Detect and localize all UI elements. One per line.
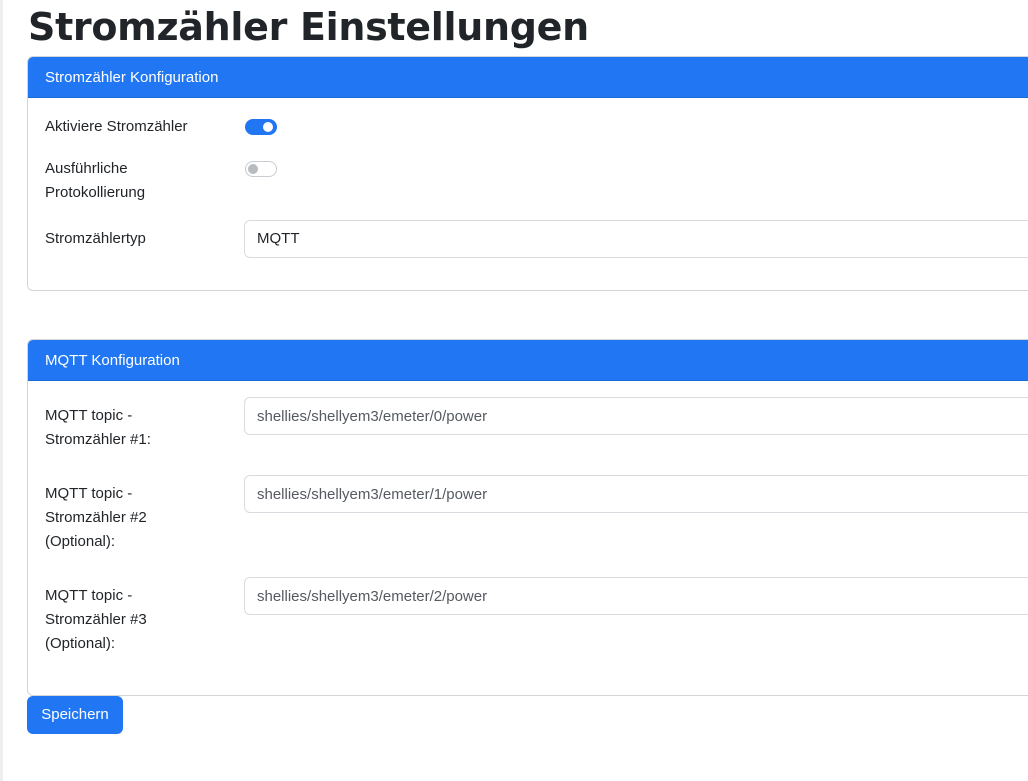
mqtt-topic-1-label-line1: MQTT topic - — [45, 407, 133, 424]
meter-type-label: Stromzählertyp — [45, 230, 146, 247]
mqtt-config-card: MQTT Konfiguration MQTT topic - Stromzäh… — [27, 339, 1028, 696]
toggle-knob — [248, 164, 258, 174]
meter-type-select[interactable]: MQTT — [244, 220, 1028, 258]
mqtt-topic-1-input[interactable] — [244, 397, 1028, 435]
page-title: Stromzähler Einstellungen — [28, 5, 589, 49]
mqtt-topic-3-label-line2: Stromzähler #3 — [45, 611, 147, 628]
meter-config-header: Stromzähler Konfiguration — [28, 57, 1028, 98]
left-border — [0, 0, 3, 781]
mqtt-topic-2-input[interactable] — [244, 475, 1028, 513]
mqtt-topic-3-label: MQTT topic - Stromzähler #3 (Optional): — [45, 584, 220, 656]
verbose-logging-label-line2: Protokollierung — [45, 184, 146, 201]
toggle-knob — [263, 122, 273, 132]
save-button[interactable]: Speichern — [27, 696, 123, 734]
mqtt-topic-2-label-line2: Stromzähler #2 — [45, 509, 147, 526]
meter-config-card: Stromzähler Konfiguration Aktiviere Stro… — [27, 56, 1028, 291]
mqtt-topic-3-label-line3: (Optional): — [45, 635, 116, 652]
mqtt-topic-2-label-line1: MQTT topic - — [45, 485, 133, 502]
mqtt-topic-1-label-line2: Stromzähler #1: — [45, 431, 151, 448]
enable-meter-label: Aktiviere Stromzähler — [45, 118, 188, 135]
mqtt-topic-2-label-line3: (Optional): — [45, 533, 116, 550]
mqtt-topic-3-label-line1: MQTT topic - — [45, 587, 133, 604]
verbose-logging-toggle[interactable] — [245, 161, 277, 177]
mqtt-config-header: MQTT Konfiguration — [28, 340, 1028, 381]
mqtt-topic-3-input[interactable] — [244, 577, 1028, 615]
mqtt-topic-2-label: MQTT topic - Stromzähler #2 (Optional): — [45, 482, 220, 554]
verbose-logging-label-line1: Ausführliche — [45, 160, 128, 177]
enable-meter-toggle[interactable] — [245, 119, 277, 135]
verbose-logging-label: Ausführliche Protokollierung — [45, 157, 220, 205]
mqtt-topic-1-label: MQTT topic - Stromzähler #1: — [45, 404, 220, 452]
